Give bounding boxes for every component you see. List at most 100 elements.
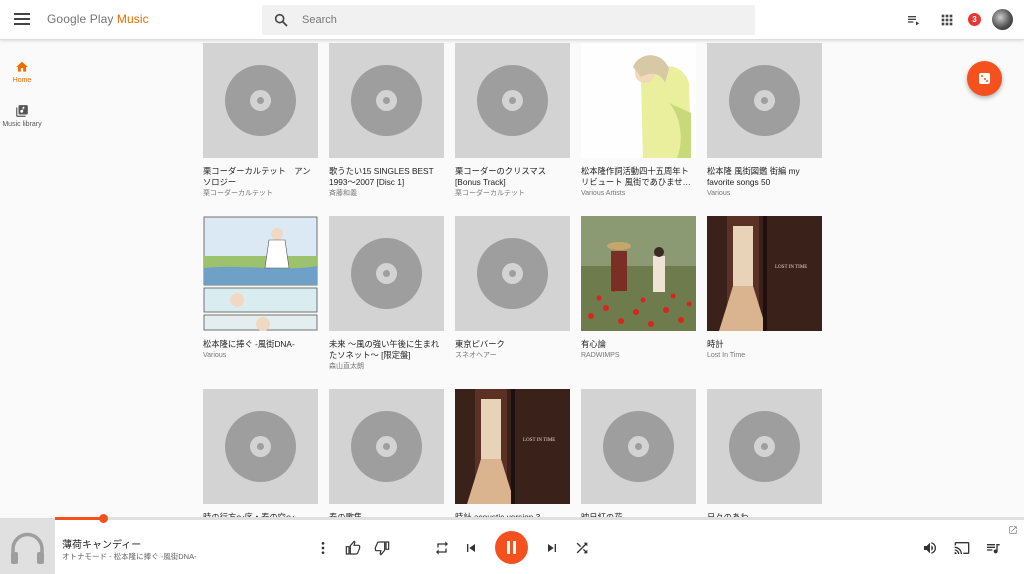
- album-placeholder-icon: [729, 411, 800, 482]
- album-card[interactable]: 松本隆に捧ぐ -風街DNA- Various: [203, 216, 318, 361]
- album-illustration: [203, 216, 318, 331]
- album-card[interactable]: 日々のあわ: [707, 389, 822, 518]
- album-card[interactable]: 栗コーダーカルテット アンソロジー 栗コーダーカルテット: [203, 43, 318, 199]
- nav-item-label: Home: [12, 77, 32, 84]
- album-art[interactable]: [203, 43, 318, 158]
- album-art[interactable]: [581, 389, 696, 504]
- album-art[interactable]: [707, 389, 822, 504]
- album-artist[interactable]: Lost In Time: [707, 351, 822, 361]
- album-placeholder-icon: [225, 65, 296, 136]
- album-title[interactable]: 未来 〜風の強い午後に生まれたソネット〜 [限定盤]: [329, 339, 444, 361]
- album-artist[interactable]: Various: [203, 351, 318, 361]
- album-art[interactable]: [329, 389, 444, 504]
- album-card[interactable]: 東京ピバーク スネオヘアー: [455, 216, 570, 361]
- album-photo: LOST IN TIME: [707, 216, 822, 331]
- album-artist[interactable]: 森山直太朗: [329, 362, 444, 372]
- album-art[interactable]: [329, 43, 444, 158]
- album-card[interactable]: LOST IN TIME 時計 Lost In Time: [707, 216, 822, 361]
- search-icon[interactable]: [273, 12, 289, 28]
- nav-item-home[interactable]: Home: [0, 60, 44, 84]
- dice-icon: [979, 73, 990, 84]
- progress-bar[interactable]: [55, 514, 1024, 523]
- player-bar: 薄荷キャンディー オトナモード - 松本隆に捧ぐ -風街DNA-: [0, 514, 1024, 574]
- album-card[interactable]: 松本隆作詞活動四十五周年トリビュート 風街であひませ… Various Artis…: [581, 43, 696, 199]
- now-playing-subtitle[interactable]: オトナモード - 松本隆に捧ぐ -風街DNA-: [62, 551, 197, 562]
- album-art[interactable]: LOST IN TIME: [707, 216, 822, 331]
- album-artist[interactable]: スネオヘアー: [455, 351, 570, 361]
- volume-icon[interactable]: [922, 540, 938, 556]
- search-bar[interactable]: [262, 5, 755, 35]
- album-art[interactable]: [455, 43, 570, 158]
- album-artist[interactable]: 斉藤和義: [329, 189, 444, 199]
- album-placeholder-icon: [477, 238, 548, 309]
- album-placeholder-icon: [225, 411, 296, 482]
- album-artist[interactable]: 栗コーダーカルテット: [455, 189, 570, 199]
- now-playing-art[interactable]: [0, 519, 55, 574]
- album-title[interactable]: 栗コーダーのクリスマス [Bonus Track]: [455, 166, 570, 188]
- album-title[interactable]: 時計: [707, 339, 822, 350]
- album-card[interactable]: 時の行方〜序・春の空〜: [203, 389, 318, 518]
- album-art-text: LOST IN TIME: [523, 438, 555, 443]
- menu-icon[interactable]: [12, 10, 32, 30]
- album-illustration: [581, 43, 696, 158]
- queue-music-icon[interactable]: [985, 540, 1001, 556]
- album-artist[interactable]: RADWIMPS: [581, 351, 696, 361]
- skip-next-icon[interactable]: [544, 540, 560, 556]
- nav-item-music-library[interactable]: Music library: [0, 104, 44, 128]
- notification-badge[interactable]: 3: [968, 13, 981, 26]
- album-card[interactable]: 映日紅の花: [581, 389, 696, 518]
- album-art[interactable]: [581, 216, 696, 331]
- album-placeholder-icon: [351, 411, 422, 482]
- album-artist[interactable]: 栗コーダーカルテット: [203, 189, 318, 199]
- cast-icon[interactable]: [954, 540, 970, 556]
- progress-knob[interactable]: [99, 514, 108, 523]
- album-art[interactable]: [203, 216, 318, 331]
- headphones-icon: [11, 532, 44, 564]
- album-placeholder-icon: [351, 238, 422, 309]
- album-card[interactable]: 有心論 RADWIMPS: [581, 216, 696, 361]
- album-title[interactable]: 松本隆 風街図鑑 街編 my favorite songs 50: [707, 166, 822, 188]
- album-title[interactable]: 松本隆作詞活動四十五周年トリビュート 風街であひませ…: [581, 166, 696, 188]
- album-art[interactable]: [581, 43, 696, 158]
- apps-icon[interactable]: [939, 12, 955, 28]
- more-vert-icon[interactable]: [315, 540, 331, 556]
- queue-icon[interactable]: [906, 12, 922, 28]
- album-art[interactable]: [455, 216, 570, 331]
- album-art[interactable]: [329, 216, 444, 331]
- album-artist[interactable]: Various Artists: [581, 189, 696, 199]
- album-title[interactable]: 東京ピバーク: [455, 339, 570, 350]
- logo-text: Google Play: [47, 12, 117, 26]
- search-input[interactable]: [302, 5, 742, 35]
- thumb-up-icon[interactable]: [345, 540, 361, 556]
- album-title[interactable]: 歌うたい15 SINGLES BEST 1993～2007 [Disc 1]: [329, 166, 444, 188]
- album-title[interactable]: 栗コーダーカルテット アンソロジー: [203, 166, 318, 188]
- pause-button[interactable]: [495, 531, 528, 564]
- album-card[interactable]: 春の歌集: [329, 389, 444, 518]
- album-placeholder-icon: [477, 65, 548, 136]
- home-icon: [16, 61, 28, 72]
- shuffle-icon[interactable]: [574, 540, 590, 556]
- album-art-text: LOST IN TIME: [775, 265, 807, 270]
- thumb-down-icon[interactable]: [374, 540, 390, 556]
- album-card[interactable]: LOST IN TIME 時計 acoustic version 3: [455, 389, 570, 518]
- repeat-icon[interactable]: [434, 540, 450, 556]
- album-art[interactable]: [203, 389, 318, 504]
- album-art[interactable]: [707, 43, 822, 158]
- album-card[interactable]: 歌うたい15 SINGLES BEST 1993～2007 [Disc 1] 斉藤…: [329, 43, 444, 199]
- library-icon: [16, 105, 28, 117]
- album-title[interactable]: 松本隆に捧ぐ -風街DNA-: [203, 339, 318, 350]
- album-card[interactable]: 栗コーダーのクリスマス [Bonus Track] 栗コーダーカルテット: [455, 43, 570, 199]
- album-card[interactable]: 未来 〜風の強い午後に生まれたソネット〜 [限定盤] 森山直太朗: [329, 216, 444, 372]
- album-card[interactable]: 松本隆 風街図鑑 街編 my favorite songs 50 Various: [707, 43, 822, 199]
- album-photo: [581, 216, 696, 331]
- skip-previous-icon[interactable]: [463, 540, 479, 556]
- avatar[interactable]: [992, 9, 1013, 30]
- album-title[interactable]: 有心論: [581, 339, 696, 350]
- album-art[interactable]: LOST IN TIME: [455, 389, 570, 504]
- album-artist[interactable]: Various: [707, 189, 822, 199]
- now-playing-title[interactable]: 薄荷キャンディー: [62, 536, 141, 551]
- app-logo[interactable]: Google Play Music: [47, 12, 149, 26]
- open-external-icon[interactable]: [1008, 525, 1018, 535]
- shuffle-all-fab[interactable]: [967, 61, 1002, 96]
- album-placeholder-icon: [351, 65, 422, 136]
